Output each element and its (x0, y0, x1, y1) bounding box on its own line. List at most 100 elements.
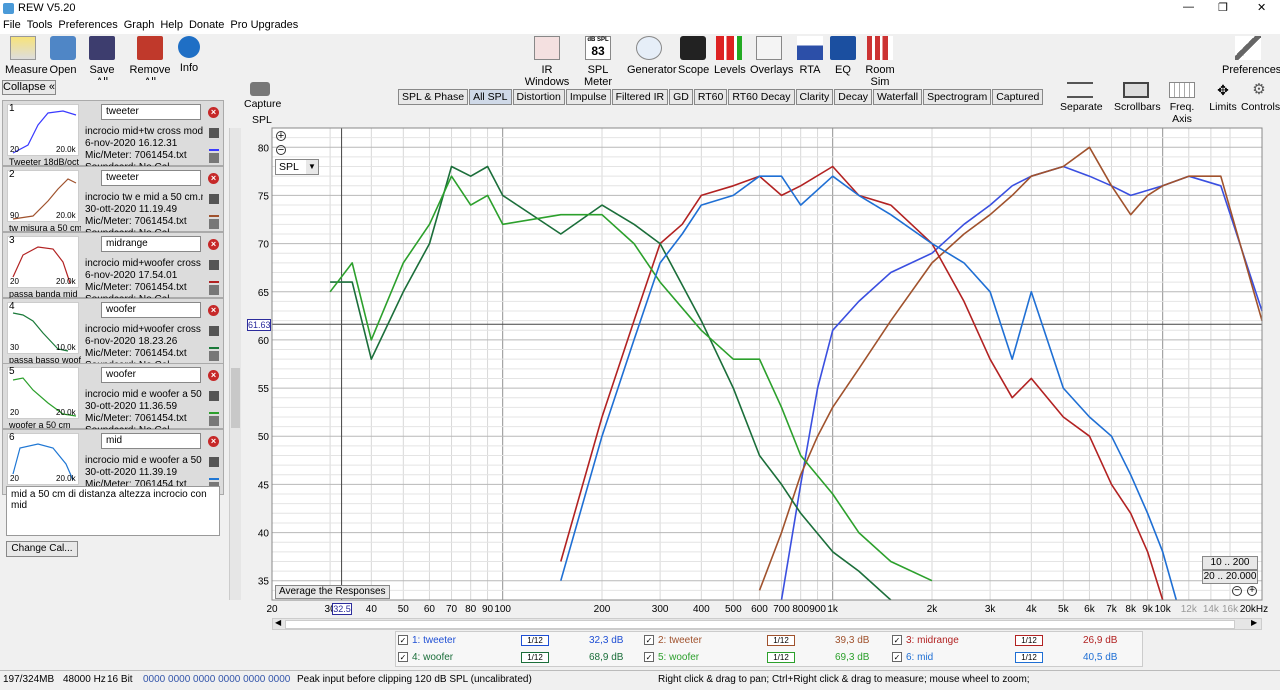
menu-tools[interactable]: Tools (24, 17, 56, 34)
trace-checkbox[interactable]: ✓ (644, 635, 654, 645)
measurement-name-input[interactable]: midrange (101, 236, 201, 252)
trace-color-icon[interactable] (209, 273, 219, 283)
x-zoom-in-icon[interactable]: + (1247, 586, 1257, 596)
spl-meter-button[interactable]: dB SPL 83 SPL Meter (576, 36, 620, 88)
eq-button[interactable]: EQ (830, 36, 856, 76)
trace-color-icon[interactable] (209, 339, 219, 349)
graph-hscrollbar[interactable]: ◀ ▶ (272, 618, 1262, 630)
measurement-item[interactable]: 90 20.0k 2 tweeter × incrocio tw e mid a 50 c… (2, 166, 224, 239)
measure-button[interactable]: Measure (5, 36, 48, 76)
menu-donate[interactable]: Donate (186, 17, 227, 34)
measurement-item[interactable]: 20 20.0k 3 midrange × incrocio mid+woofer cro… (2, 232, 224, 305)
delete-measurement-icon[interactable]: × (208, 239, 219, 250)
measurement-name-input[interactable]: woofer (101, 367, 201, 383)
delete-measurement-icon[interactable]: × (208, 173, 219, 184)
tab-captured[interactable]: Captured (992, 89, 1044, 105)
spl-chart[interactable]: 3540455055606570758020 30 40 50 60 70 80 90 100 2… (244, 122, 1280, 618)
save-measurement-icon[interactable] (209, 194, 219, 204)
preferences-button[interactable]: Preferences (1222, 36, 1280, 76)
trace-color-icon[interactable] (209, 404, 219, 414)
tab-all-spl[interactable]: All SPL (469, 89, 512, 105)
measurement-item[interactable]: 30 10.0k 4 woofer × incrocio mid+woofer cross… (2, 298, 224, 371)
range-10-200-button[interactable]: 10 .. 200 (1202, 556, 1258, 570)
change-cal-button[interactable]: Change Cal... (6, 541, 78, 557)
scroll-left-icon[interactable]: ◀ (275, 618, 281, 627)
range-20-20000-button[interactable]: 20 .. 20.000 (1202, 570, 1258, 584)
delete-measurement-icon[interactable]: × (208, 436, 219, 447)
save-measurement-icon[interactable] (209, 457, 219, 467)
hscroll-thumb[interactable] (285, 620, 1235, 629)
generator-button[interactable]: Generator (627, 36, 677, 76)
info-doc-icon[interactable] (209, 219, 219, 229)
smoothing-selector[interactable]: 1/12 (521, 652, 549, 663)
info-doc-icon[interactable] (209, 285, 219, 295)
delete-measurement-icon[interactable]: × (208, 305, 219, 316)
open-button[interactable]: Open (48, 36, 78, 76)
info-doc-icon[interactable] (209, 351, 219, 361)
menu-pro-upgrades[interactable]: Pro Upgrades (227, 17, 301, 34)
room-sim-button[interactable]: Room Sim (858, 36, 902, 88)
menu-preferences[interactable]: Preferences (55, 17, 120, 34)
controls-button[interactable]: ⚙ Controls (1241, 82, 1280, 114)
menu-help[interactable]: Help (157, 17, 186, 34)
trace-checkbox[interactable]: ✓ (892, 652, 902, 662)
tab-impulse[interactable]: Impulse (565, 89, 611, 105)
save-measurement-icon[interactable] (209, 326, 219, 336)
scrollbar-thumb[interactable] (231, 368, 240, 428)
delete-measurement-icon[interactable]: × (208, 370, 219, 381)
collapse-button[interactable]: Collapse « (2, 80, 56, 95)
smoothing-selector[interactable]: 1/12 (521, 635, 549, 646)
tab-rt60-decay[interactable]: RT60 Decay (728, 89, 795, 105)
scope-button[interactable]: Scope (678, 36, 709, 76)
zoom-in-icon[interactable]: + (276, 131, 286, 142)
tab-filtered-ir[interactable]: Filtered IR (611, 89, 669, 105)
scrollbars-button[interactable]: Scrollbars (1114, 82, 1161, 113)
trace-checkbox[interactable]: ✓ (892, 635, 902, 645)
trace-checkbox[interactable]: ✓ (644, 652, 654, 662)
trace-color-icon[interactable] (209, 141, 219, 151)
delete-measurement-icon[interactable]: × (208, 107, 219, 118)
tab-spectrogram[interactable]: Spectrogram (923, 89, 992, 105)
levels-button[interactable]: Levels (714, 36, 746, 76)
close-button[interactable]: ✕ (1257, 1, 1266, 14)
measurement-item[interactable]: 20 20.0k 1 tweeter × incrocio mid+tw cross mo… (2, 100, 224, 173)
measurement-name-input[interactable]: tweeter (101, 104, 201, 120)
tab-rt60[interactable]: RT60 (693, 89, 728, 105)
notes-textarea[interactable]: mid a 50 cm di distanza altezza incrocio… (6, 486, 220, 536)
ir-windows-button[interactable]: IR Windows (522, 36, 572, 88)
trace-color-icon[interactable] (209, 207, 219, 217)
tab-spl-phase[interactable]: SPL & Phase (398, 89, 469, 105)
zoom-out-icon[interactable]: − (276, 145, 286, 156)
info-doc-icon[interactable] (209, 153, 219, 163)
separate-button[interactable]: Separate (1060, 82, 1103, 113)
trace-color-icon[interactable] (209, 470, 219, 480)
tab-distortion[interactable]: Distortion (512, 89, 565, 105)
measurement-item[interactable]: 20 20.0k 5 woofer × incrocio mid e woofer a 5… (2, 363, 224, 436)
scroll-right-icon[interactable]: ▶ (1251, 618, 1257, 627)
overlays-button[interactable]: Overlays (750, 36, 793, 76)
menu-graph[interactable]: Graph (121, 17, 158, 34)
x-zoom-out-icon[interactable]: − (1232, 586, 1242, 596)
tab-waterfall[interactable]: Waterfall (873, 89, 923, 105)
tab-clarity[interactable]: Clarity (795, 89, 834, 105)
save-measurement-icon[interactable] (209, 128, 219, 138)
smoothing-selector[interactable]: 1/12 (767, 652, 795, 663)
limits-button[interactable]: ✥ Limits (1208, 82, 1238, 113)
measurement-name-input[interactable]: mid (101, 433, 201, 449)
measurement-name-input[interactable]: tweeter (101, 170, 201, 186)
average-responses-button[interactable]: Average the Responses (275, 585, 390, 599)
spl-select[interactable]: SPL ▼ (275, 159, 319, 175)
maximize-button[interactable]: ❐ (1218, 1, 1228, 14)
info-button[interactable]: Info (178, 36, 200, 74)
trace-checkbox[interactable]: ✓ (398, 635, 408, 645)
save-measurement-icon[interactable] (209, 260, 219, 270)
smoothing-selector[interactable]: 1/12 (1015, 635, 1043, 646)
freq-axis-button[interactable]: Freq. Axis (1160, 82, 1204, 125)
info-doc-icon[interactable] (209, 416, 219, 426)
trace-checkbox[interactable]: ✓ (398, 652, 408, 662)
minimize-button[interactable]: — (1183, 1, 1194, 13)
rta-button[interactable]: RTA (796, 36, 824, 76)
tab-decay[interactable]: Decay (834, 89, 873, 105)
tab-gd[interactable]: GD (669, 89, 693, 105)
measurement-name-input[interactable]: woofer (101, 302, 201, 318)
